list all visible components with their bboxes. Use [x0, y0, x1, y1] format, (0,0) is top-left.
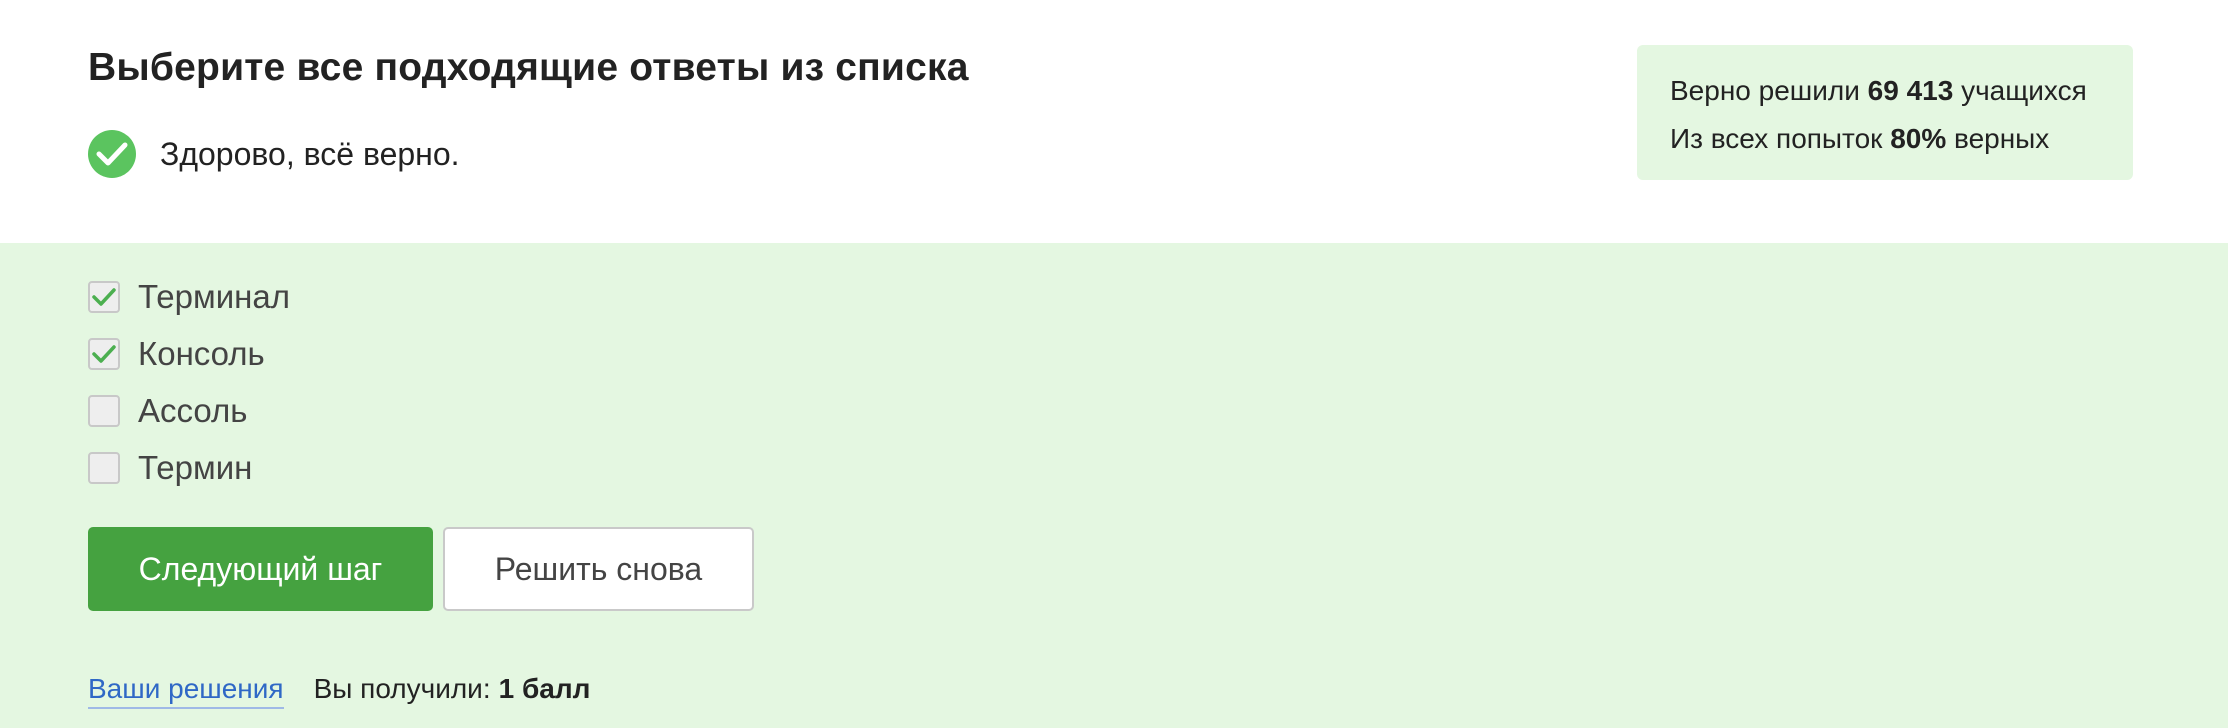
solved-count: 69 413 — [1867, 75, 1954, 106]
solved-stat: Верно решили 69 413 учащихся — [1670, 67, 2133, 115]
option-term[interactable]: Термин — [88, 448, 252, 488]
attempts-suffix: верных — [1954, 123, 2050, 154]
score-value: 1 балл — [498, 673, 591, 704]
feedback-message: Здорово, всё верно. — [160, 135, 460, 172]
checkbox[interactable] — [88, 281, 120, 313]
quiz-page: Выберите все подходящие ответы из списка… — [0, 0, 2228, 728]
question-title: Выберите все подходящие ответы из списка — [88, 46, 969, 89]
option-label: Термин — [138, 449, 253, 486]
your-solutions-link[interactable]: Ваши решения — [88, 673, 284, 709]
score-label: Вы получили: — [313, 673, 491, 704]
option-label: Терминал — [138, 278, 290, 315]
attempts-percent: 80% — [1890, 123, 1947, 154]
question-header: Выберите все подходящие ответы из списка… — [0, 0, 2228, 243]
result-footer: Ваши решения Вы получили: 1 балл — [88, 673, 590, 709]
stats-panel: Верно решили 69 413 учащихся Из всех поп… — [1637, 45, 2133, 180]
checkmark-icon — [92, 288, 116, 306]
answers-area — [0, 243, 2228, 728]
option-assol[interactable]: Ассоль — [88, 391, 247, 431]
solve-again-button[interactable]: Решить снова — [443, 527, 754, 611]
checkbox[interactable] — [88, 452, 120, 484]
checkbox[interactable] — [88, 395, 120, 427]
feedback-row: Здорово, всё верно. — [88, 130, 460, 178]
next-step-button[interactable]: Следующий шаг — [88, 527, 433, 611]
option-terminal[interactable]: Терминал — [88, 277, 290, 317]
option-console[interactable]: Консоль — [88, 334, 265, 374]
attempts-prefix: Из всех попыток — [1670, 123, 1883, 154]
checkmark-icon — [92, 345, 116, 363]
solved-prefix: Верно решили — [1670, 75, 1860, 106]
option-label: Консоль — [138, 335, 265, 372]
solved-suffix: учащихся — [1961, 75, 2087, 106]
check-circle-icon — [88, 130, 136, 178]
checkbox[interactable] — [88, 338, 120, 370]
attempts-stat: Из всех попыток 80% верных — [1670, 115, 2133, 163]
option-label: Ассоль — [138, 392, 248, 429]
